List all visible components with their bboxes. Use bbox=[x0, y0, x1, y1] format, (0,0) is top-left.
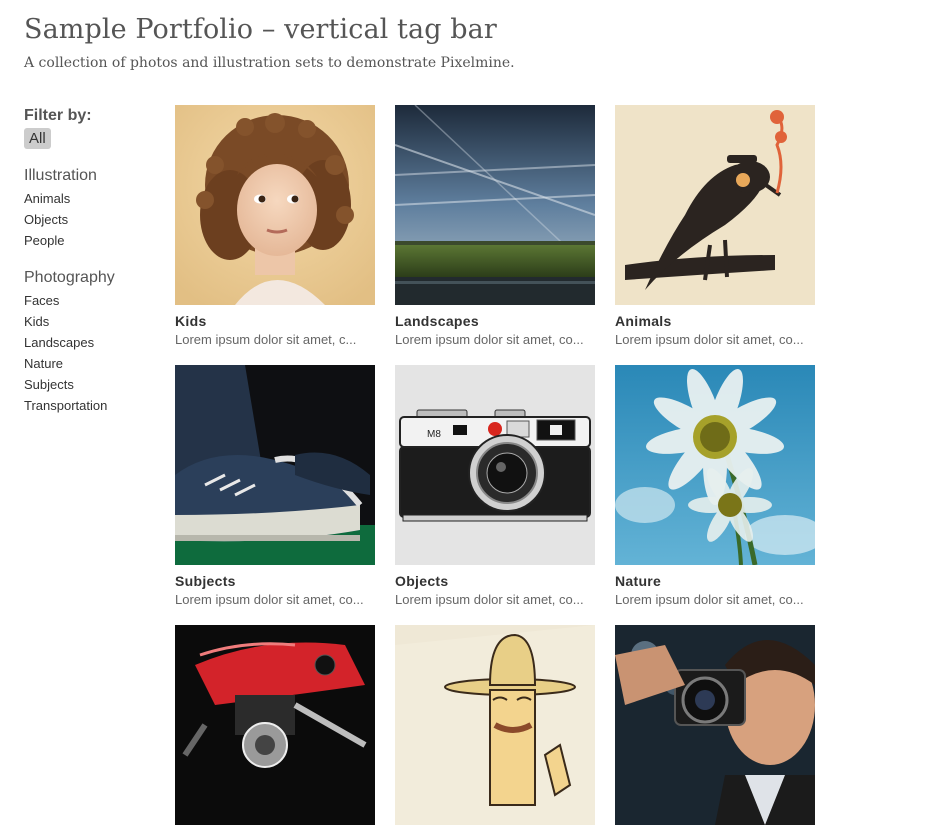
filter-tag-kids[interactable]: Kids bbox=[24, 311, 164, 332]
card-title[interactable]: Landscapes bbox=[395, 313, 595, 329]
filter-group-photography-title[interactable]: Photography bbox=[24, 268, 164, 288]
photographer-photo-icon[interactable] bbox=[615, 625, 815, 825]
portfolio-card-subjects[interactable]: Subjects Lorem ipsum dolor sit amet, co.… bbox=[175, 365, 375, 607]
card-description: Lorem ipsum dolor sit amet, co... bbox=[175, 592, 364, 607]
card-title[interactable]: Animals bbox=[615, 313, 815, 329]
landscape-photo-icon[interactable] bbox=[395, 105, 595, 305]
portfolio-card-photographer[interactable] bbox=[615, 625, 815, 825]
filter-group-illustration: Animals Objects People bbox=[24, 188, 164, 251]
card-title[interactable]: Kids bbox=[175, 313, 375, 329]
card-description: Lorem ipsum dolor sit amet, co... bbox=[615, 332, 804, 347]
card-description: Lorem ipsum dolor sit amet, co... bbox=[615, 592, 804, 607]
filter-tag-people[interactable]: People bbox=[24, 230, 164, 251]
portfolio-card-motorcycle[interactable] bbox=[175, 625, 375, 825]
motorcycle-photo-icon[interactable] bbox=[175, 625, 375, 825]
filter-group-illustration-title[interactable]: Illustration bbox=[24, 166, 164, 186]
portfolio-card-animals[interactable]: Animals Lorem ipsum dolor sit amet, co..… bbox=[615, 105, 815, 347]
filter-tag-animals[interactable]: Animals bbox=[24, 188, 164, 209]
bird-illustration-icon[interactable] bbox=[615, 105, 815, 305]
filter-group-photography: Faces Kids Landscapes Nature Subjects Tr… bbox=[24, 290, 164, 416]
sneakers-photo-icon[interactable] bbox=[175, 365, 375, 565]
page-subtitle: A collection of photos and illustration … bbox=[24, 55, 515, 71]
portfolio-card-landscapes[interactable]: Landscapes Lorem ipsum dolor sit amet, c… bbox=[395, 105, 595, 347]
portfolio-card-kids[interactable]: Kids Lorem ipsum dolor sit amet, c... bbox=[175, 105, 375, 347]
filter-tag-nature[interactable]: Nature bbox=[24, 353, 164, 374]
card-description: Lorem ipsum dolor sit amet, co... bbox=[395, 592, 584, 607]
filter-all-button[interactable]: All bbox=[24, 128, 51, 149]
card-description: Lorem ipsum dolor sit amet, c... bbox=[175, 332, 357, 347]
filter-heading: Filter by: bbox=[24, 107, 92, 124]
portfolio-card-objects[interactable]: M8 Objects Lorem ipsum dolor sit amet, c… bbox=[395, 365, 595, 607]
card-description: Lorem ipsum dolor sit amet, co... bbox=[395, 332, 584, 347]
daisy-photo-icon[interactable] bbox=[615, 365, 815, 565]
card-title[interactable]: Subjects bbox=[175, 573, 375, 589]
girl-portrait-photo-icon[interactable] bbox=[175, 105, 375, 305]
filter-tag-subjects[interactable]: Subjects bbox=[24, 374, 164, 395]
portfolio-card-nature[interactable]: Nature Lorem ipsum dolor sit amet, co... bbox=[615, 365, 815, 607]
cowboy-illustration-icon[interactable] bbox=[395, 625, 595, 825]
filter-tag-faces[interactable]: Faces bbox=[24, 290, 164, 311]
card-title[interactable]: Objects bbox=[395, 573, 595, 589]
page-title: Sample Portfolio – vertical tag bar bbox=[24, 14, 497, 45]
svg-text:M8: M8 bbox=[427, 429, 441, 440]
filter-tag-transportation[interactable]: Transportation bbox=[24, 395, 164, 416]
filter-tag-landscapes[interactable]: Landscapes bbox=[24, 332, 164, 353]
portfolio-card-cowboy[interactable] bbox=[395, 625, 595, 825]
filter-sidebar: Filter by: All Illustration Animals Obje… bbox=[24, 106, 164, 416]
card-title[interactable]: Nature bbox=[615, 573, 815, 589]
filter-tag-objects[interactable]: Objects bbox=[24, 209, 164, 230]
camera-illustration-icon[interactable]: M8 bbox=[395, 365, 595, 565]
